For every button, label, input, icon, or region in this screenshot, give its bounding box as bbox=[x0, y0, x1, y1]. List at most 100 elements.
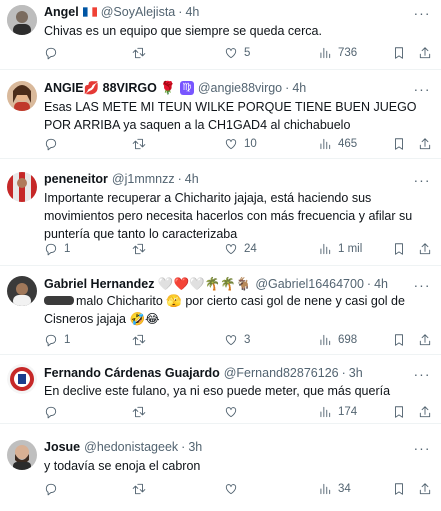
tweet-text: En declive este fulano, ya ni eso puede … bbox=[44, 384, 391, 398]
avatar[interactable] bbox=[7, 440, 37, 470]
tweet[interactable]: Josue @hedonistageek · 3h ··· y todavía … bbox=[0, 425, 441, 511]
views-button[interactable]: 698 bbox=[318, 333, 357, 347]
share-button[interactable] bbox=[418, 137, 432, 151]
views-button[interactable]: 1 mil bbox=[318, 242, 362, 256]
tweet-text: malo Chicharito 🫣 por cierto casi gol de… bbox=[44, 292, 421, 328]
author-name[interactable]: Gabriel Hernandez 🤍❤️🤍🌴🌴🐐 bbox=[44, 276, 251, 292]
like-icon bbox=[225, 484, 237, 495]
retweet-button[interactable] bbox=[132, 482, 152, 496]
share-button[interactable] bbox=[418, 482, 432, 496]
tweet-header: Angel @SoyAlejista · 4h bbox=[44, 4, 199, 20]
tweet-text: Importante recuperar a Chicharito jajaja… bbox=[44, 191, 413, 241]
views-count: 698 bbox=[338, 334, 358, 346]
retweet-button[interactable] bbox=[132, 46, 152, 60]
author-handle[interactable]: @SoyAlejista bbox=[101, 4, 176, 20]
more-icon[interactable]: ··· bbox=[413, 6, 431, 20]
author-name[interactable]: Angel bbox=[44, 4, 79, 20]
bookmark-icon bbox=[395, 483, 403, 495]
like-button[interactable]: 10 bbox=[224, 137, 257, 151]
timestamp[interactable]: 4h bbox=[185, 171, 199, 187]
more-icon[interactable]: ··· bbox=[413, 173, 431, 187]
tweet-actions: 174 bbox=[44, 405, 431, 421]
tweet-header: Josue @hedonistageek · 3h bbox=[44, 439, 202, 455]
bookmark-button[interactable] bbox=[392, 242, 406, 256]
timestamp[interactable]: 4h bbox=[185, 4, 199, 20]
author-handle[interactable]: @angie88virgo bbox=[198, 80, 282, 96]
tweet[interactable]: peneneitor @j1mmnzz · 4h ··· Importante … bbox=[0, 160, 441, 266]
bookmark-icon bbox=[395, 406, 403, 418]
tweet[interactable]: ANGIE💋 88VIRGO 🌹 ♍ @angie88virgo · 4h ··… bbox=[0, 71, 441, 159]
avatar[interactable] bbox=[7, 172, 37, 202]
separator-dot: · bbox=[177, 172, 182, 186]
more-icon[interactable]: ··· bbox=[413, 82, 431, 96]
author-handle[interactable]: @Gabriel16464700 bbox=[255, 276, 364, 292]
virgo-badge-icon: ♍ bbox=[179, 81, 194, 95]
tweet[interactable]: Gabriel Hernandez 🤍❤️🤍🌴🌴🐐 @Gabriel164647… bbox=[0, 267, 441, 355]
views-icon bbox=[320, 334, 331, 346]
views-button[interactable]: 465 bbox=[318, 137, 357, 151]
author-handle[interactable]: @j1mmnzz bbox=[112, 171, 175, 187]
timestamp[interactable]: 3h bbox=[349, 365, 363, 381]
author-name[interactable]: Josue bbox=[44, 439, 80, 455]
like-button[interactable] bbox=[224, 482, 244, 496]
views-button[interactable]: 34 bbox=[318, 482, 351, 496]
retweet-button[interactable] bbox=[132, 242, 152, 256]
share-icon bbox=[419, 47, 431, 59]
tweet-header: Gabriel Hernandez 🤍❤️🤍🌴🌴🐐 @Gabriel164647… bbox=[44, 276, 388, 292]
bookmark-button[interactable] bbox=[392, 137, 406, 151]
share-button[interactable] bbox=[418, 333, 432, 347]
retweet-button[interactable] bbox=[132, 333, 152, 347]
author-name[interactable]: peneneitor bbox=[44, 171, 108, 187]
like-button[interactable]: 5 bbox=[224, 46, 250, 60]
views-button[interactable]: 736 bbox=[318, 46, 357, 60]
views-icon bbox=[320, 406, 331, 418]
timestamp[interactable]: 3h bbox=[188, 439, 202, 455]
views-button[interactable]: 174 bbox=[318, 405, 357, 419]
bookmark-button[interactable] bbox=[392, 46, 406, 60]
bookmark-button[interactable] bbox=[392, 482, 406, 496]
avatar[interactable] bbox=[7, 276, 37, 306]
views-icon bbox=[320, 243, 331, 255]
more-icon[interactable]: ··· bbox=[413, 441, 431, 455]
tweet[interactable]: Angel @SoyAlejista · 4h ··· Chivas es un… bbox=[0, 0, 441, 70]
redacted-word bbox=[44, 296, 74, 305]
share-button[interactable] bbox=[418, 405, 432, 419]
like-button[interactable]: 3 bbox=[224, 333, 250, 347]
share-button[interactable] bbox=[418, 242, 432, 256]
more-icon[interactable]: ··· bbox=[413, 367, 431, 381]
avatar[interactable] bbox=[7, 5, 37, 35]
share-button[interactable] bbox=[418, 46, 432, 60]
reply-button[interactable] bbox=[44, 482, 64, 496]
like-button[interactable]: 24 bbox=[224, 242, 257, 256]
author-handle[interactable]: @hedonistageek bbox=[84, 439, 178, 455]
avatar[interactable] bbox=[7, 364, 37, 394]
timestamp[interactable]: 4h bbox=[292, 80, 306, 96]
like-count: 10 bbox=[244, 138, 257, 150]
tweet-text-content: malo Chicharito 🫣 por cierto casi gol de… bbox=[44, 294, 405, 326]
separator-dot: · bbox=[285, 81, 290, 95]
retweet-button[interactable] bbox=[132, 405, 152, 419]
tweet-feed: Angel @SoyAlejista · 4h ··· Chivas es un… bbox=[0, 0, 441, 511]
retweet-button[interactable] bbox=[132, 137, 152, 151]
tweet-actions: 34 bbox=[44, 482, 431, 498]
avatar[interactable] bbox=[7, 81, 37, 111]
bookmark-button[interactable] bbox=[392, 405, 406, 419]
more-icon[interactable]: ··· bbox=[413, 278, 431, 292]
like-icon bbox=[225, 335, 237, 346]
author-handle[interactable]: @Fernand82876126 bbox=[224, 365, 339, 381]
reply-button[interactable]: 1 bbox=[44, 242, 70, 256]
retweet-icon bbox=[132, 138, 146, 150]
reply-button[interactable] bbox=[44, 137, 64, 151]
timestamp[interactable]: 4h bbox=[374, 276, 388, 292]
author-name[interactable]: Fernando Cárdenas Guajardo bbox=[44, 365, 220, 381]
tweet-actions: 1 3 698 bbox=[44, 333, 431, 349]
reply-button[interactable]: 1 bbox=[44, 333, 70, 347]
reply-button[interactable] bbox=[44, 46, 64, 60]
like-button[interactable] bbox=[224, 405, 244, 419]
tweet[interactable]: Fernando Cárdenas Guajardo @Fernand82876… bbox=[0, 356, 441, 424]
tweet-header: ANGIE💋 88VIRGO 🌹 ♍ @angie88virgo · 4h bbox=[44, 80, 306, 96]
tweet-actions: 10 465 bbox=[44, 137, 431, 153]
author-name[interactable]: ANGIE💋 88VIRGO 🌹 bbox=[44, 80, 176, 96]
reply-button[interactable] bbox=[44, 405, 64, 419]
bookmark-button[interactable] bbox=[392, 333, 406, 347]
